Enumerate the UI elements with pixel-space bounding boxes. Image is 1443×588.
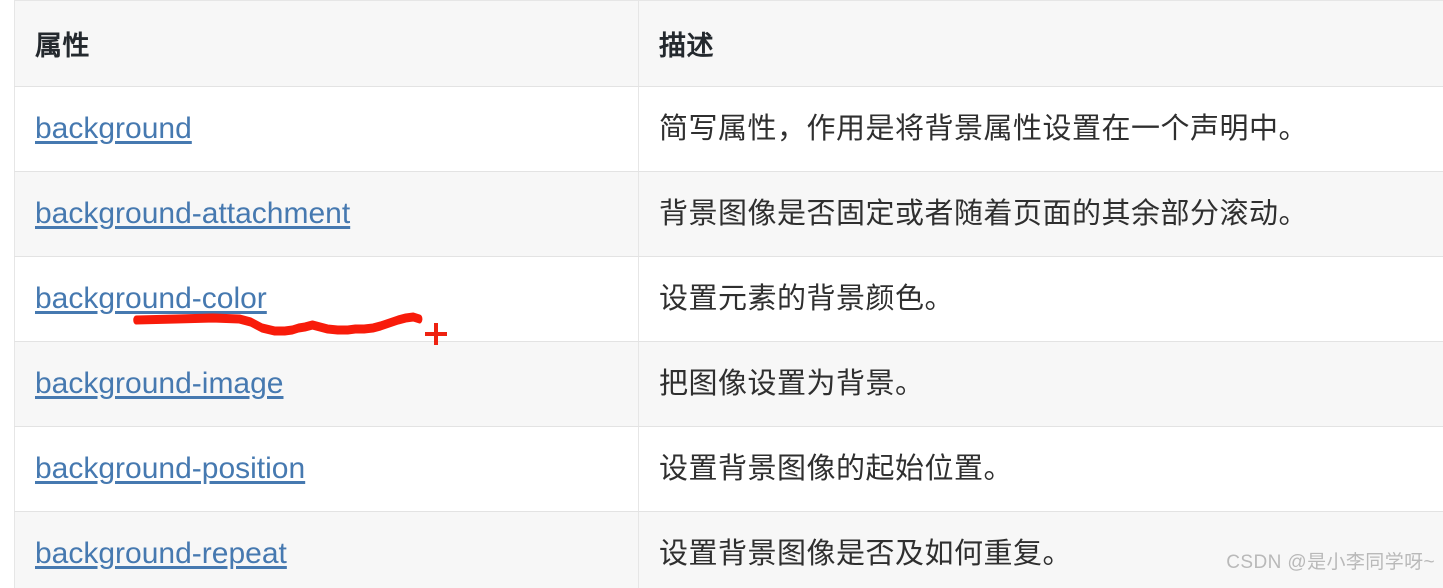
table-cell-property: background-repeat [14,511,639,588]
property-link-background-repeat[interactable]: background-repeat [35,537,287,571]
table-row: background-position 设置背景图像的起始位置。 [14,426,1443,512]
property-link-background-attachment[interactable]: background-attachment [35,197,350,231]
csdn-watermark: CSDN @是小李同学呀~ [1226,552,1435,573]
table-cell-property: background [14,86,639,172]
table-header: 属性 描述 [14,0,1443,87]
description-text: 简写属性，作用是将背景属性设置在一个声明中。 [659,112,1309,145]
column-header-property: 属性 [14,0,639,87]
table-row: background-color 设置元素的背景颜色。 [14,256,1443,342]
property-link-background-image[interactable]: background-image [35,367,283,401]
column-header-description: 描述 [638,0,1443,87]
property-link-background[interactable]: background [35,112,192,146]
description-text: 设置背景图像的起始位置。 [659,452,1014,485]
table-row: background 简写属性，作用是将背景属性设置在一个声明中。 [14,86,1443,172]
table-cell-property: background-image [14,341,639,427]
table-row: background-attachment 背景图像是否固定或者随着页面的其余部… [14,171,1443,257]
table-cell-description: 设置元素的背景颜色。 [638,256,1443,342]
table-cell-description: 把图像设置为背景。 [638,341,1443,427]
description-text: 把图像设置为背景。 [659,367,925,400]
description-text: 设置元素的背景颜色。 [659,282,955,315]
table-cell-description: 背景图像是否固定或者随着页面的其余部分滚动。 [638,171,1443,257]
table-header-row: 属性 描述 [14,0,1443,87]
css-background-properties-table: 属性 描述 background 简写属性，作用是将背景属性设置在一个声明中。 … [14,0,1443,588]
properties-table-container: 属性 描述 background 简写属性，作用是将背景属性设置在一个声明中。 … [14,0,1443,588]
table-cell-property: background-attachment [14,171,639,257]
table-cell-description: 设置背景图像的起始位置。 [638,426,1443,512]
page-root: 属性 描述 background 简写属性，作用是将背景属性设置在一个声明中。 … [0,0,1443,588]
table-cell-property: background-position [14,426,639,512]
property-link-background-position[interactable]: background-position [35,452,305,486]
description-text: 设置背景图像是否及如何重复。 [659,537,1073,570]
table-body: background 简写属性，作用是将背景属性设置在一个声明中。 backgr… [14,86,1443,588]
table-cell-description: 简写属性，作用是将背景属性设置在一个声明中。 [638,86,1443,172]
table-row: background-image 把图像设置为背景。 [14,341,1443,427]
description-text: 背景图像是否固定或者随着页面的其余部分滚动。 [659,197,1309,230]
table-cell-property: background-color [14,256,639,342]
property-link-background-color[interactable]: background-color [35,282,267,316]
